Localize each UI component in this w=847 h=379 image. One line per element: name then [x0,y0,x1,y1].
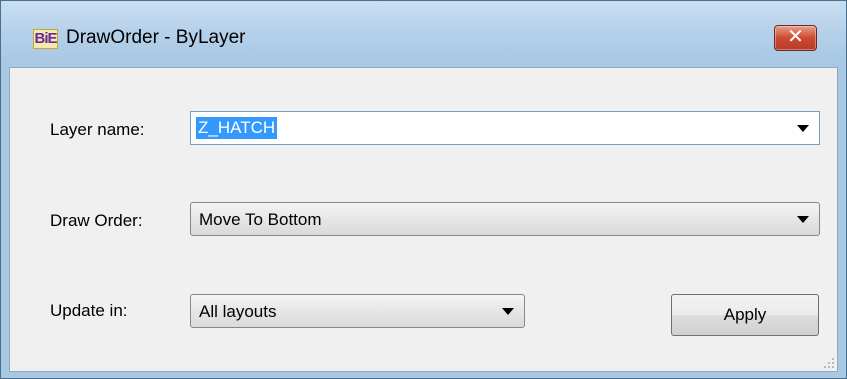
resize-grip-icon[interactable] [820,354,834,368]
draw-order-value: Move To Bottom [199,210,322,229]
draw-order-label: Draw Order: [50,211,143,230]
chevron-down-icon[interactable] [797,125,809,132]
update-in-value: All layouts [199,302,277,321]
app-logo-icon: BiE [33,29,58,49]
window-title: DrawOrder - ByLayer [66,27,246,48]
layer-name-label: Layer name: [50,120,145,139]
update-in-label: Update in: [50,301,128,320]
title-bar[interactable]: BiE DrawOrder - ByLayer ✕ [1,1,846,67]
dialog-window: BiE DrawOrder - ByLayer ✕ Layer name: Z_… [0,0,847,379]
dialog-body: Layer name: Z_HATCH Draw Order: Move To … [9,67,838,372]
apply-button[interactable]: Apply [671,294,819,336]
close-icon: ✕ [787,26,804,48]
chevron-down-icon[interactable] [502,308,514,315]
update-in-dropdown[interactable]: All layouts [190,294,525,328]
close-button[interactable]: ✕ [774,25,817,51]
layer-name-input[interactable]: Z_HATCH [196,117,278,139]
layer-name-combobox[interactable]: Z_HATCH [190,111,820,145]
chevron-down-icon[interactable] [797,216,809,223]
draw-order-dropdown[interactable]: Move To Bottom [190,202,820,236]
